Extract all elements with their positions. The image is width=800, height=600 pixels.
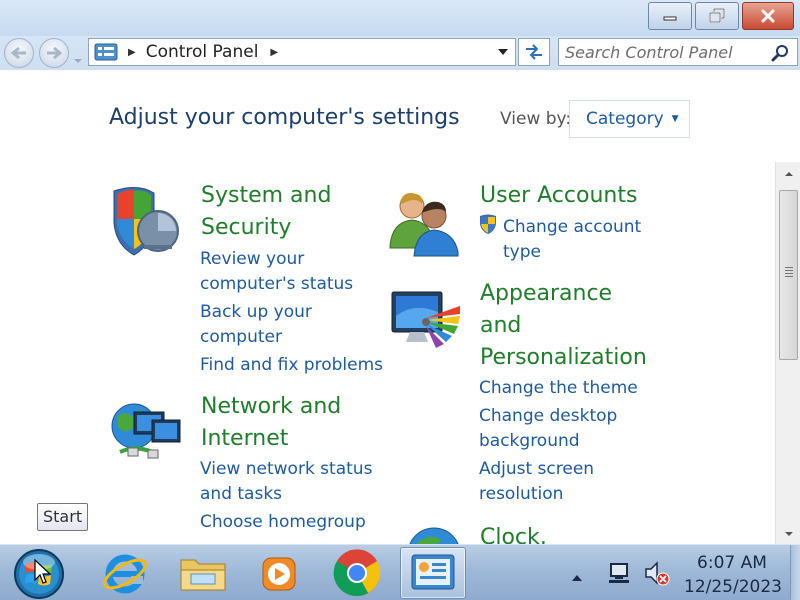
media-player-icon bbox=[262, 557, 296, 591]
network-globe-icon[interactable] bbox=[108, 400, 184, 470]
refresh-icon bbox=[526, 44, 542, 60]
taskbar: 6:07 AM 12/25/2023 bbox=[0, 544, 800, 600]
show-desktop-button[interactable] bbox=[790, 545, 800, 600]
control-panel-content: Adjust your computer's settings View by:… bbox=[0, 70, 800, 544]
start-tooltip: Start bbox=[37, 503, 89, 531]
taskbar-internet-explorer[interactable] bbox=[92, 547, 158, 599]
close-button[interactable] bbox=[742, 2, 794, 30]
category-title-clock[interactable]: Clock, bbox=[480, 522, 547, 544]
link-review-status[interactable]: Review your bbox=[200, 247, 304, 272]
view-by-dropdown[interactable]: Category ▼ bbox=[569, 100, 690, 138]
view-by-value: Category bbox=[586, 109, 664, 129]
back-button[interactable] bbox=[4, 38, 34, 68]
scrollbar-thumb[interactable] bbox=[779, 190, 798, 360]
category-title-network[interactable]: Network and bbox=[201, 391, 341, 423]
uac-shield-icon bbox=[478, 213, 498, 239]
link-change-account-type[interactable]: Change account bbox=[503, 215, 641, 240]
restore-button[interactable] bbox=[695, 2, 739, 30]
link-choose-homegroup[interactable]: Choose homegroup bbox=[200, 510, 366, 535]
link-view-network-status[interactable]: View network status bbox=[200, 457, 372, 482]
file-explorer-icon bbox=[180, 559, 226, 591]
breadcrumb-control-panel[interactable]: Control Panel bbox=[146, 42, 259, 62]
breadcrumb-separator[interactable]: ▶ bbox=[270, 47, 278, 58]
forward-arrow-icon bbox=[47, 46, 63, 60]
address-toolbar: ▶ Control Panel ▶ bbox=[0, 36, 800, 70]
search-input[interactable] bbox=[565, 41, 765, 63]
chevron-down-icon bbox=[784, 532, 793, 536]
chevron-up-icon bbox=[572, 575, 582, 581]
clock-globe-icon[interactable] bbox=[404, 526, 464, 544]
taskbar-file-explorer[interactable] bbox=[170, 547, 236, 599]
refresh-button[interactable] bbox=[518, 38, 550, 66]
category-title-system-security[interactable]: Security bbox=[201, 212, 291, 244]
chevron-down-icon bbox=[74, 59, 82, 63]
category-title-appearance[interactable]: Appearance bbox=[480, 278, 612, 310]
forward-button[interactable] bbox=[39, 38, 69, 68]
link-back-up[interactable]: computer bbox=[200, 325, 282, 350]
clock-date: 12/25/2023 bbox=[684, 577, 782, 597]
link-change-background[interactable]: background bbox=[479, 429, 580, 454]
link-back-up[interactable]: Back up your bbox=[200, 300, 312, 325]
taskbar-control-panel[interactable] bbox=[400, 547, 466, 599]
minimize-button[interactable] bbox=[648, 2, 692, 30]
back-arrow-icon bbox=[10, 46, 26, 60]
taskbar-clock[interactable]: 6:07 AM 12/25/2023 bbox=[684, 551, 782, 599]
address-bar[interactable]: ▶ Control Panel ▶ bbox=[88, 38, 516, 66]
control-panel-small-icon bbox=[94, 43, 118, 61]
volume-muted-tray-icon[interactable] bbox=[643, 560, 671, 590]
display-palette-icon[interactable] bbox=[388, 288, 464, 358]
shield-icon[interactable] bbox=[108, 183, 182, 261]
link-adjust-resolution[interactable]: Adjust screen bbox=[479, 457, 594, 482]
restore-icon bbox=[709, 8, 725, 23]
page-title: Adjust your computer's settings bbox=[109, 105, 460, 130]
chrome-icon bbox=[333, 549, 381, 597]
chevron-down-icon: ▼ bbox=[671, 114, 679, 124]
link-change-background[interactable]: Change desktop bbox=[479, 404, 617, 429]
link-change-theme[interactable]: Change the theme bbox=[479, 376, 638, 401]
link-review-status[interactable]: computer's status bbox=[200, 272, 353, 297]
category-title-network[interactable]: Internet bbox=[201, 423, 288, 455]
window-titlebar bbox=[0, 0, 800, 36]
scroll-down-button[interactable] bbox=[776, 524, 800, 544]
recent-pages-dropdown[interactable] bbox=[73, 49, 83, 68]
minimize-icon bbox=[663, 16, 677, 21]
category-title-appearance[interactable]: Personalization bbox=[480, 342, 647, 374]
users-icon[interactable] bbox=[388, 184, 464, 262]
taskbar-media-player[interactable] bbox=[246, 547, 312, 599]
caption-buttons bbox=[645, 2, 794, 30]
view-by-label: View by: bbox=[500, 109, 572, 129]
search-icon[interactable] bbox=[771, 44, 789, 62]
close-icon bbox=[761, 9, 775, 23]
link-change-account-type[interactable]: type bbox=[503, 240, 541, 265]
category-title-appearance[interactable]: and bbox=[480, 310, 521, 342]
taskbar-chrome[interactable] bbox=[324, 547, 390, 599]
link-adjust-resolution[interactable]: resolution bbox=[479, 482, 563, 507]
category-title-system-security[interactable]: System and bbox=[201, 180, 331, 212]
internet-explorer-icon bbox=[103, 554, 147, 594]
scrollbar-grip bbox=[785, 267, 793, 279]
chevron-up-icon bbox=[784, 172, 793, 176]
link-view-network-status[interactable]: and tasks bbox=[200, 482, 282, 507]
search-box[interactable] bbox=[558, 38, 798, 66]
link-find-fix[interactable]: Find and fix problems bbox=[200, 353, 383, 378]
address-dropdown-icon[interactable] bbox=[497, 48, 509, 56]
clock-time: 6:07 AM bbox=[697, 553, 767, 573]
mouse-cursor-icon bbox=[33, 558, 52, 589]
scroll-up-button[interactable] bbox=[776, 162, 800, 186]
vertical-scrollbar[interactable] bbox=[775, 162, 800, 544]
category-title-user-accounts[interactable]: User Accounts bbox=[480, 180, 637, 212]
control-panel-icon bbox=[411, 554, 455, 590]
show-hidden-icons-button[interactable] bbox=[571, 567, 583, 586]
network-tray-icon[interactable] bbox=[607, 560, 633, 590]
breadcrumb-separator[interactable]: ▶ bbox=[128, 47, 136, 58]
